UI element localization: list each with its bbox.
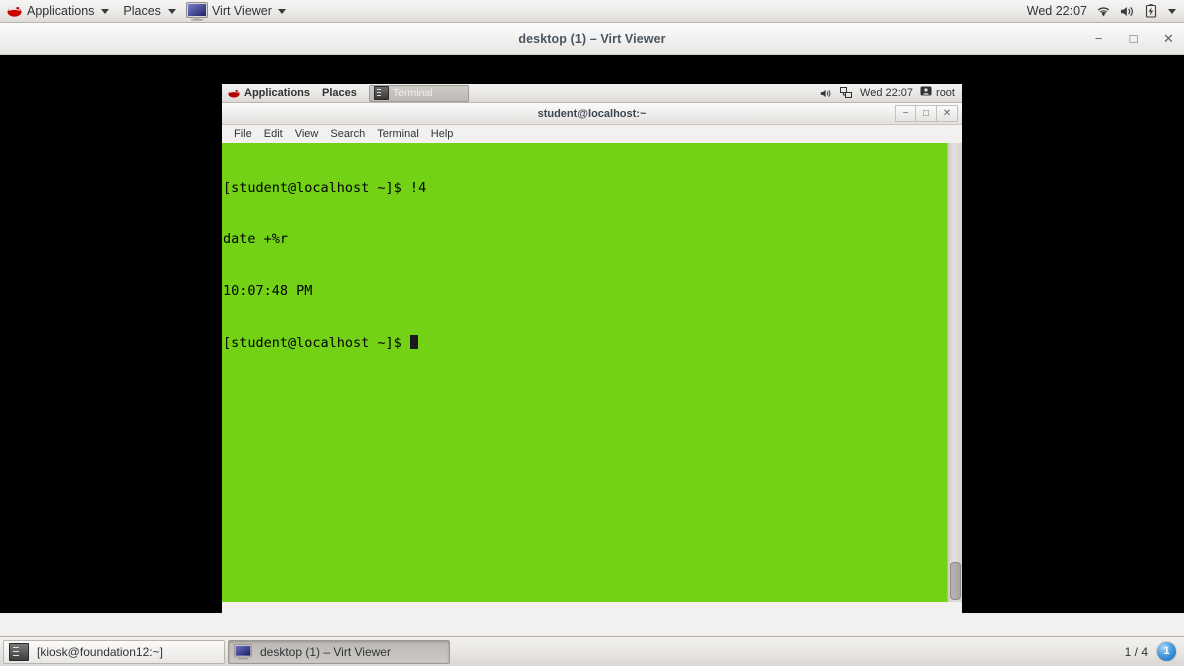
menu-item-search[interactable]: Search <box>324 126 371 142</box>
virt-viewer-title: desktop (1) – Virt Viewer <box>518 31 666 46</box>
close-button[interactable]: ✕ <box>1161 31 1176 46</box>
guest-applications-menu[interactable]: Applications <box>222 84 316 103</box>
chevron-down-icon <box>167 8 176 14</box>
host-task-button-virt-viewer[interactable]: desktop (1) – Virt Viewer <box>228 639 450 664</box>
maximize-button[interactable]: □ <box>1126 31 1141 46</box>
host-applications-label: Applications <box>27 4 95 18</box>
wifi-icon[interactable] <box>1096 5 1111 18</box>
redhat-logo-icon <box>7 5 22 18</box>
guest-terminal-menubar: File Edit View Search Terminal Help <box>222 125 962 143</box>
host-task-button-label: [kiosk@foundation12:~] <box>37 644 163 659</box>
guest-panel-tray: Wed 22:07 root <box>820 84 962 103</box>
menu-item-help[interactable]: Help <box>425 126 460 142</box>
host-applications-menu[interactable]: Applications <box>0 0 116 23</box>
chevron-down-icon[interactable] <box>1168 8 1176 14</box>
vm-guest-screen[interactable]: Applications Places Terminal Wed 22:07 r… <box>222 84 962 613</box>
terminal-prompt: [student@localhost ~]$ <box>223 335 410 352</box>
terminal-line: date +%r <box>223 231 289 248</box>
menu-item-terminal[interactable]: Terminal <box>371 126 425 142</box>
guest-places-menu[interactable]: Places <box>316 84 363 103</box>
guest-applications-label: Applications <box>244 87 311 99</box>
vm-display-letterbox: Applications Places Terminal Wed 22:07 r… <box>0 55 1184 613</box>
terminal-prompt-line: [student@localhost ~]$ <box>223 335 947 352</box>
terminal-line: [student@localhost ~]$ !4 <box>223 179 427 196</box>
guest-terminal-window: student@localhost:~ − □ ✕ File Edit View… <box>222 103 962 613</box>
redhat-logo-icon <box>228 88 240 99</box>
host-workspace-label: 1 / 4 <box>1124 644 1148 659</box>
guest-top-panel: Applications Places Terminal Wed 22:07 r… <box>222 84 962 103</box>
menu-item-edit[interactable]: Edit <box>258 126 289 142</box>
guest-terminal-window-controls: − □ ✕ <box>895 105 958 122</box>
minimize-button[interactable]: − <box>895 105 916 122</box>
chevron-down-icon <box>101 8 110 14</box>
virt-viewer-window-controls: − □ ✕ <box>1091 23 1176 54</box>
guest-user-indicator[interactable]: root <box>920 86 955 100</box>
battery-icon[interactable] <box>1145 4 1157 18</box>
terminal-scrollbar[interactable] <box>947 143 962 602</box>
terminal-output[interactable]: [student@localhost ~]$ !4 date +%r 10:07… <box>222 143 947 602</box>
virt-viewer-titlebar[interactable]: desktop (1) – Virt Viewer − □ ✕ <box>0 23 1184 55</box>
guest-places-label: Places <box>322 87 357 99</box>
maximize-button[interactable]: □ <box>916 105 937 122</box>
guest-window-button-terminal[interactable]: Terminal <box>368 84 469 102</box>
minimize-button[interactable]: − <box>1091 30 1106 48</box>
terminal-line: 10:07:48 PM <box>223 283 313 300</box>
volume-icon[interactable] <box>820 88 833 99</box>
host-clock[interactable]: Wed 22:07 <box>1027 4 1087 18</box>
guest-terminal-body[interactable]: [student@localhost ~]$ !4 date +%r 10:07… <box>222 143 962 602</box>
chevron-down-icon <box>277 8 286 14</box>
host-bottom-panel: [kiosk@foundation12:~] desktop (1) – Vir… <box>0 636 1184 666</box>
host-virt-viewer-app-menu[interactable]: Virt Viewer <box>183 0 292 23</box>
host-top-panel: Applications Places Virt Viewer Wed 22:0… <box>0 0 1184 23</box>
terminal-cursor <box>409 335 418 350</box>
user-icon <box>920 86 932 100</box>
host-workspace-switcher[interactable]: 1 / 4 1 <box>1125 641 1184 662</box>
guest-terminal-title: student@localhost:~ <box>537 107 647 120</box>
host-workspace-badge[interactable]: 1 <box>1156 641 1177 662</box>
host-places-menu[interactable]: Places <box>116 0 183 23</box>
host-task-button-kiosk-terminal[interactable]: [kiosk@foundation12:~] <box>3 639 225 664</box>
monitor-icon <box>234 643 252 660</box>
host-task-button-label: desktop (1) – Virt Viewer <box>260 644 391 659</box>
volume-icon[interactable] <box>1120 5 1136 18</box>
virt-viewer-monitor-icon <box>185 1 208 21</box>
guest-window-button-label: Terminal <box>392 87 433 99</box>
guest-clock[interactable]: Wed 22:07 <box>860 87 913 99</box>
guest-user-label: root <box>936 87 955 99</box>
network-icon[interactable] <box>840 87 853 99</box>
host-panel-tray: Wed 22:07 <box>1027 0 1184 23</box>
menu-item-file[interactable]: File <box>228 126 258 142</box>
terminal-icon <box>373 86 389 100</box>
host-virt-viewer-label: Virt Viewer <box>211 4 272 18</box>
terminal-icon <box>9 642 29 661</box>
close-button[interactable]: ✕ <box>937 105 958 122</box>
host-places-label: Places <box>123 4 161 18</box>
terminal-scrollbar-thumb[interactable] <box>950 562 961 600</box>
menu-item-view[interactable]: View <box>289 126 325 142</box>
guest-terminal-titlebar[interactable]: student@localhost:~ − □ ✕ <box>222 103 962 125</box>
